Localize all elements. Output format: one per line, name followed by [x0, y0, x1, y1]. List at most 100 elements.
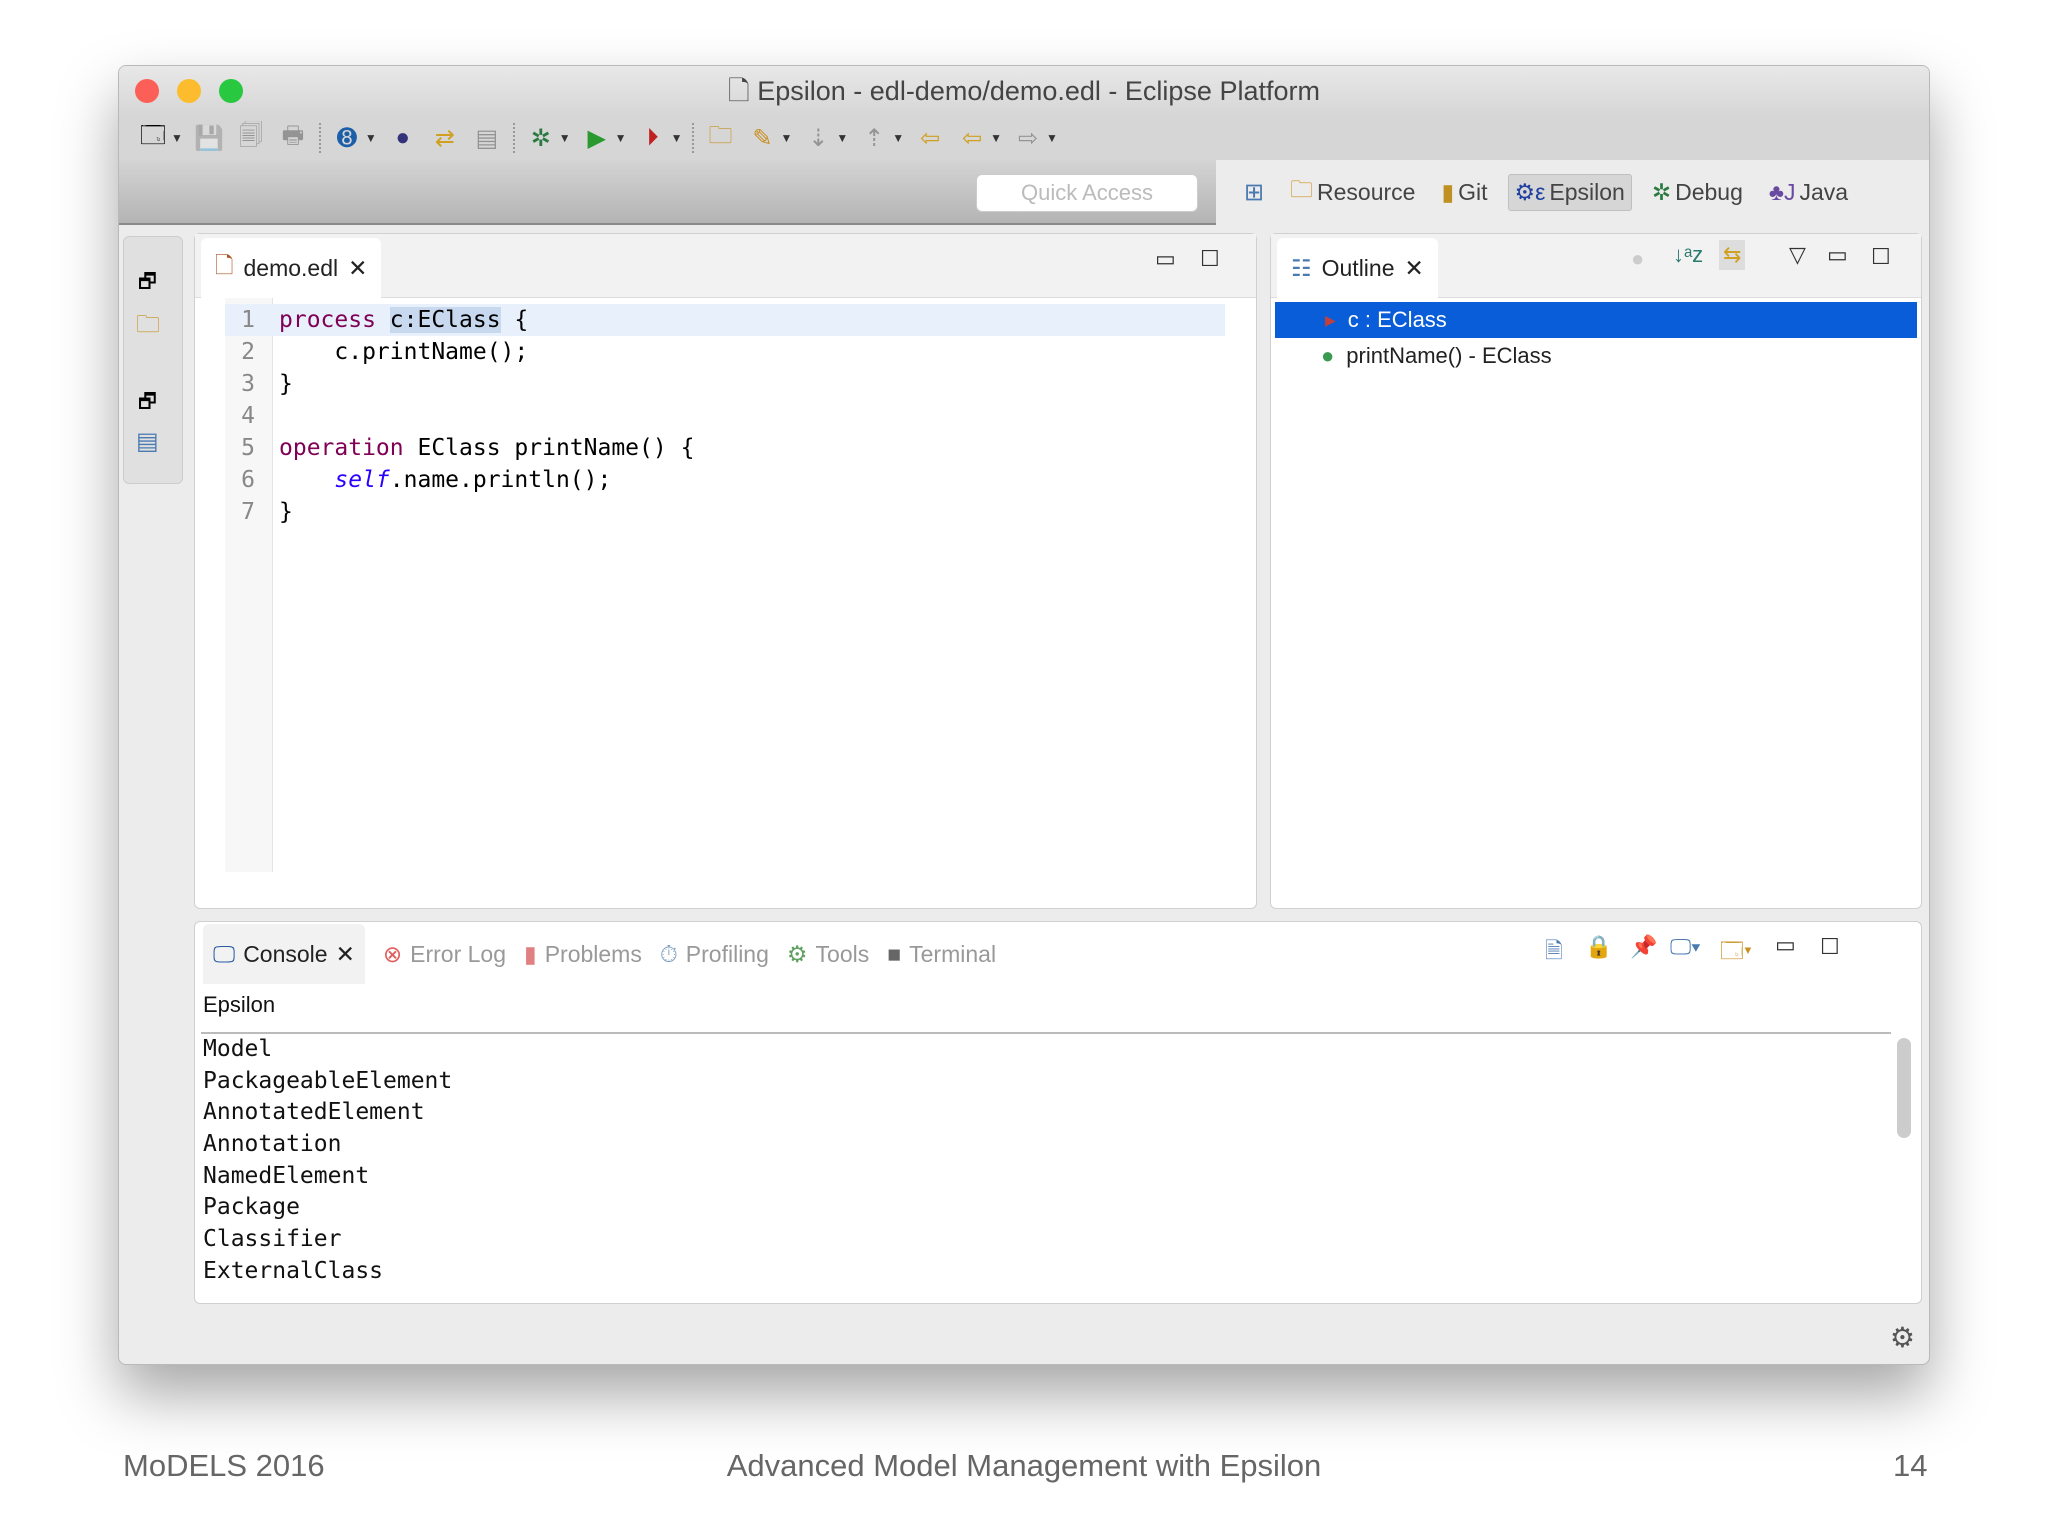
debug-icon[interactable]: ✲: [525, 122, 557, 154]
minimize-icon[interactable]: ▭: [1155, 246, 1176, 272]
status-bar-icon[interactable]: ⚙: [1890, 1321, 1915, 1354]
restore-icon[interactable]: 🗗: [138, 267, 157, 301]
open-folder-icon[interactable]: 🗀: [704, 122, 736, 154]
perspective-debug[interactable]: ✲ Debug: [1646, 175, 1749, 210]
tab-problems[interactable]: ▮ Problems: [524, 941, 642, 968]
link-with-editor-icon[interactable]: ⇆: [1719, 240, 1746, 270]
chevron-down-icon[interactable]: ▼: [1046, 131, 1058, 145]
problems-icon: ▮: [524, 940, 537, 967]
pin-console-icon[interactable]: 📌: [1630, 934, 1657, 960]
tab-label: Tools: [815, 940, 870, 967]
console-line: Classifier: [203, 1226, 342, 1253]
chevron-down-icon[interactable]: ▼: [559, 131, 571, 145]
chevron-down-icon[interactable]: ▼: [365, 131, 377, 145]
next-annotation-icon[interactable]: ⇣: [802, 122, 834, 154]
restore-icon[interactable]: 🗗: [138, 387, 157, 421]
minimize-icon[interactable]: ▭: [1827, 242, 1848, 268]
tab-profiling[interactable]: ⏱ Profiling: [660, 941, 769, 968]
forward-icon[interactable]: ⇨: [1012, 122, 1044, 154]
save-icon[interactable]: 💾: [193, 122, 225, 154]
project-explorer-icon[interactable]: 🗀: [136, 307, 160, 348]
chevron-down-icon[interactable]: ▼: [671, 131, 683, 145]
chevron-down-icon[interactable]: ▼: [836, 131, 848, 145]
sphere-icon[interactable]: ●: [387, 122, 419, 154]
console-output[interactable]: Model PackageableElement AnnotatedElement A…: [201, 1032, 1891, 1284]
tab-terminal[interactable]: ■ Terminal: [887, 941, 996, 968]
maximize-icon[interactable]: ☐: [1200, 246, 1220, 272]
minimize-window-button[interactable]: [177, 79, 201, 103]
code-line[interactable]: 6 self.name.println();: [225, 464, 1225, 496]
code-line[interactable]: 4: [225, 400, 1225, 432]
outline-item[interactable]: ▶ c : EClass: [1325, 302, 1447, 338]
back-icon[interactable]: ⇦: [956, 122, 988, 154]
minimize-icon[interactable]: ▭: [1775, 932, 1796, 958]
sort-icon[interactable]: ↓ᵃz: [1673, 242, 1703, 268]
zoom-window-button[interactable]: [219, 79, 243, 103]
quick-access-input[interactable]: Quick Access: [976, 174, 1198, 212]
external-tools-icon[interactable]: ⏵: [637, 122, 669, 154]
code-line[interactable]: 1 process c:EClass {: [225, 304, 1225, 336]
code-line[interactable]: 7}: [225, 496, 1225, 528]
code-line[interactable]: 2 c.printName();: [225, 336, 1225, 368]
tab-tools[interactable]: ⚙ Tools: [787, 941, 869, 968]
refresh-icon[interactable]: ⇄: [429, 122, 461, 154]
chevron-down-icon[interactable]: ▼: [171, 131, 183, 145]
prev-annotation-icon[interactable]: ⇡: [858, 122, 890, 154]
open-console-icon[interactable]: 🗔▾: [1720, 934, 1752, 972]
perspective-java[interactable]: ♣J Java: [1763, 175, 1854, 210]
properties-icon[interactable]: ▤: [136, 427, 159, 456]
close-icon[interactable]: ✕: [348, 255, 367, 282]
display-console-icon[interactable]: 🖵▾: [1670, 934, 1700, 960]
clear-console-icon[interactable]: 🗎: [1545, 934, 1563, 972]
console-line: Annotation: [203, 1131, 342, 1158]
view-menu-icon[interactable]: ▽: [1789, 242, 1806, 268]
line-number: 6: [241, 467, 255, 493]
new-icon[interactable]: 🗔: [137, 122, 169, 154]
chevron-down-icon[interactable]: ▼: [780, 131, 792, 145]
code-editor[interactable]: 1 process c:EClass {2 c.printName(); 3} 4 5 o…: [225, 298, 1225, 872]
line-number: 2: [241, 339, 255, 365]
chevron-down-icon[interactable]: ▼: [892, 131, 904, 145]
java-icon: ♣J: [1768, 179, 1796, 205]
window-title: Epsilon - edl-demo/demo.edl - Eclipse Pl…: [757, 76, 1320, 106]
code-token: operation: [279, 435, 404, 461]
close-window-button[interactable]: [135, 79, 159, 103]
tab-outline[interactable]: ☷ Outline ✕: [1277, 238, 1438, 298]
outline-item[interactable]: ● printName() - EClass: [1321, 338, 1552, 374]
tab-demo-edl[interactable]: 🗋 demo.edl ✕: [201, 238, 382, 298]
editor-pane: 🗋 demo.edl ✕ ▭ ☐ 1 process c:EClass {2 c.…: [194, 233, 1257, 909]
code-text: c.printName();: [279, 336, 528, 368]
tab-label: Profiling: [685, 940, 769, 967]
maximize-icon[interactable]: ☐: [1871, 244, 1891, 270]
run-icon[interactable]: ▶: [581, 122, 613, 154]
chevron-down-icon[interactable]: ▼: [990, 131, 1002, 145]
perspective-git[interactable]: ▮ Git: [1435, 175, 1493, 210]
epsilon-icon: ⚙ε: [1514, 179, 1546, 205]
code-line[interactable]: 5 operation EClass printName() {: [225, 432, 1225, 464]
perspective-resource[interactable]: 🗀 Resource: [1284, 169, 1421, 216]
edit-icon[interactable]: ✎: [746, 122, 778, 154]
print-icon[interactable]: 🖶: [277, 122, 309, 154]
code-line[interactable]: 3}: [225, 368, 1225, 400]
console-line: PackageableElement: [203, 1067, 453, 1094]
tab-error-log[interactable]: ⊗ Error Log: [383, 941, 506, 968]
maximize-icon[interactable]: ☐: [1820, 934, 1840, 960]
chevron-down-icon[interactable]: ▼: [615, 131, 627, 145]
last-edit-icon[interactable]: ⇦: [914, 122, 946, 154]
console-scrollbar[interactable]: [1897, 1038, 1911, 1138]
scroll-lock-icon[interactable]: 🔒: [1585, 934, 1612, 960]
copy-icon[interactable]: ▤: [471, 122, 503, 154]
outline-item-label: printName() - EClass: [1346, 343, 1552, 368]
eclipse-window: 🗋 Epsilon - edl-demo/demo.edl - Eclipse …: [118, 65, 1930, 1365]
footer-center: Advanced Model Management with Epsilon: [726, 1448, 1322, 1483]
epsilon-run-icon[interactable]: ➑: [331, 122, 363, 154]
tab-console[interactable]: 🖵 Console ✕: [203, 924, 365, 984]
title-bar: 🗋 Epsilon - edl-demo/demo.edl - Eclipse …: [119, 66, 1929, 116]
save-all-icon[interactable]: 🗐: [235, 122, 267, 154]
close-icon[interactable]: ✕: [336, 941, 355, 968]
open-perspective-icon[interactable]: ⊞: [1238, 177, 1270, 209]
hide-fields-icon[interactable]: ●: [1631, 246, 1644, 272]
perspective-epsilon[interactable]: ⚙ε Epsilon: [1507, 174, 1632, 211]
close-icon[interactable]: ✕: [1405, 255, 1424, 282]
